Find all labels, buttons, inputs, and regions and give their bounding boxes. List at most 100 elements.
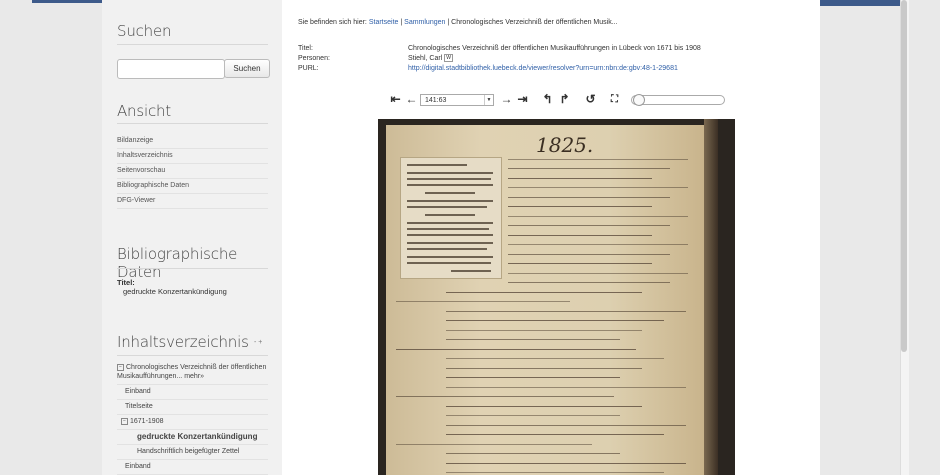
metadata-purl-label: PURL: [298,65,319,72]
handwriting-line [508,159,688,160]
scrollbar-thumb[interactable] [901,0,907,352]
breadcrumb-separator: | [400,19,403,26]
metadata-title-value: Chronologisches Verzeichniß der öffentli… [408,45,701,52]
first-page-icon[interactable]: ⇤ [388,92,403,107]
handwriting-line [396,444,592,445]
divider [117,355,268,356]
collapse-icon[interactable]: − [121,417,128,425]
view-item-thumbnails[interactable]: Seitenvorschau [117,164,268,179]
divider [117,123,268,124]
handwriting-line [508,216,688,217]
metadata-persons-value[interactable]: Stiehl, Carl [408,55,442,62]
handwriting-line [446,358,664,359]
handwriting-line [446,368,642,369]
rotate-left-icon[interactable]: ↰ [540,92,555,107]
top-accent-tab [820,0,900,6]
toc-expand-collapse[interactable]: - + [254,339,262,346]
toc-item[interactable]: Handschriftlich beigefügter Zettel [117,445,268,460]
toc-item[interactable]: Titelseite [117,400,268,415]
handwriting-line [508,206,652,207]
handwriting-line [446,463,686,464]
handwriting-line [508,263,652,264]
view-item-toc[interactable]: Inhaltsverzeichnis [117,149,268,164]
handwriting-line [508,187,688,188]
zoom-slider-handle[interactable] [633,94,645,106]
toc-item-active[interactable]: gedruckte Konzertankündigung [117,430,268,445]
handwriting-line [396,301,570,302]
handwriting-line [446,425,686,426]
toc-item[interactable]: Einband [117,460,268,475]
handwriting-line [508,197,670,198]
view-item-image[interactable]: Bildanzeige [117,134,268,149]
metadata-persons-label: Personen: [298,55,330,62]
metadata-title-label: Titel: [298,45,313,52]
toc-item[interactable]: Einband [117,385,268,400]
toc-item-root[interactable]: − Chronologisches Verzeichniß der öffentl… [117,363,268,385]
handwriting-line [446,330,642,331]
printed-clipping [400,157,502,279]
reset-icon[interactable]: ↺ [583,92,598,107]
prev-page-icon[interactable]: ← [404,92,419,107]
handwriting-line [508,178,652,179]
metadata-purl-link[interactable]: http://digital.stadtbibliothek.luebeck.d… [408,65,678,72]
handwriting-line [446,415,620,416]
toc-tree: − Chronologisches Verzeichniß der öffentl… [117,363,268,475]
handwriting-line [446,406,642,407]
scanned-page-image[interactable]: 1825. [378,119,735,475]
handwriting-line [446,311,686,312]
page-select[interactable]: 141:63 ▼ [420,94,494,106]
handwriting-line [446,339,620,340]
search-input[interactable] [117,59,225,79]
handwriting-line [508,168,670,169]
fullscreen-icon[interactable]: ⛶ [607,92,622,107]
breadcrumb-home[interactable]: Startseite [369,19,399,26]
breadcrumb-prefix: Sie befinden sich hier: [298,19,367,26]
bibliographic-label: Titel: [117,278,135,287]
handwriting-line [446,434,664,435]
handwriting-line [446,292,642,293]
chevron-down-icon: ▼ [484,95,493,105]
metadata-persons-wrapper: Stiehl, Carl W [408,54,453,62]
handwriting-line [446,453,620,454]
bibliographic-field: Titel: gedruckte Konzertankündigung [117,278,268,296]
wikipedia-icon[interactable]: W [444,54,453,62]
handwriting-line [446,472,664,473]
scan-year: 1825. [536,133,594,157]
view-heading: Ansicht [117,102,171,120]
view-item-bibliographic[interactable]: Bibliographische Daten [117,179,268,194]
zoom-slider[interactable] [631,95,725,105]
metadata-title-row: Titel: Chronologisches Verzeichniß der ö… [298,45,798,55]
collapse-icon[interactable]: − [117,363,124,371]
search-button[interactable]: Suchen [224,59,270,78]
last-page-icon[interactable]: ⇥ [515,92,530,107]
rotate-right-icon[interactable]: ↱ [557,92,572,107]
handwriting-line [396,396,614,397]
divider [117,44,268,45]
breadcrumb: Sie befinden sich hier: Startseite | Sam… [298,19,618,26]
toc-item-label: Chronologisches Verzeichniß der öffentli… [117,364,267,380]
handwriting-line [446,320,664,321]
handwriting-line [508,282,670,283]
toc-item-label: 1671-1908 [130,418,164,425]
handwriting-line [508,254,670,255]
bibliographic-value: gedruckte Konzertankündigung [123,287,227,296]
breadcrumb-collections[interactable]: Sammlungen [404,19,445,26]
metadata-persons-row: Personen: Stiehl, Carl W [298,54,798,65]
page-select-value: 141:63 [425,97,447,104]
metadata-purl-row: PURL: http://digital.stadtbibliothek.lue… [298,65,798,75]
view-item-dfg-viewer[interactable]: DFG-Viewer [117,194,268,209]
divider [117,268,268,269]
breadcrumb-current: Chronologisches Verzeichniß der öffentli… [451,19,618,26]
handwriting-line [446,387,686,388]
view-list: Bildanzeige Inhaltsverzeichnis Seitenvor… [117,134,268,209]
search-heading: Suchen [117,22,172,40]
handwriting-line [508,244,688,245]
paper: 1825. [386,125,704,475]
next-page-icon[interactable]: → [499,92,514,107]
handwriting-line [446,377,620,378]
toc-item-group[interactable]: −1671-1908 [117,415,268,430]
handwriting-line [396,349,636,350]
breadcrumb-separator: | [447,19,450,26]
bibliographic-heading: Bibliographische Daten [117,245,238,281]
handwriting-line [508,235,652,236]
